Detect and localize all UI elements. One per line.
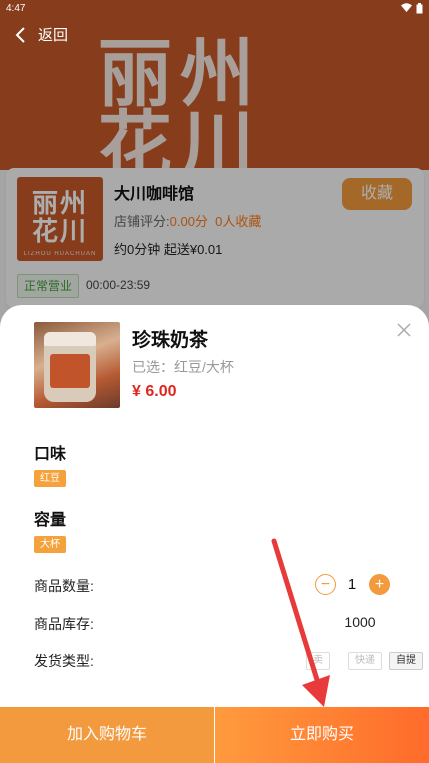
qty-value: 1 <box>347 576 357 593</box>
status-time: 4:47 <box>6 2 26 14</box>
back-button[interactable]: 返回 <box>14 24 68 45</box>
product-image <box>34 322 120 408</box>
size-option[interactable]: 大杯 <box>34 536 66 553</box>
qty-label: 商品数量: <box>34 578 94 594</box>
flavor-title: 口味 <box>34 446 67 463</box>
ship-label: 发货类型: <box>34 653 94 669</box>
size-title: 容量 <box>34 512 67 529</box>
back-label: 返回 <box>38 27 69 44</box>
stock-label: 商品库存: <box>34 616 94 632</box>
chevron-left-icon <box>15 26 25 43</box>
status-icons <box>401 2 423 14</box>
product-name: 珍珠奶茶 <box>132 330 209 351</box>
close-icon[interactable] <box>396 322 412 338</box>
add-to-cart-button[interactable]: 加入购物车 <box>0 707 214 763</box>
product-spec-sheet: 珍珠奶茶 已选：红豆/大杯 ¥ 6.00 口味 红豆 容量 大杯 商品数量: −… <box>0 305 429 763</box>
flavor-option[interactable]: 红豆 <box>34 470 66 487</box>
product-price: ¥ 6.00 <box>132 383 177 400</box>
qty-plus-button[interactable]: + <box>369 574 390 595</box>
selected-spec: 已选：红豆/大杯 <box>132 359 234 375</box>
battery-icon <box>416 2 423 13</box>
ship-option-express[interactable]: 快递 <box>348 652 382 670</box>
status-bar: 4:47 <box>0 0 429 16</box>
ship-option-pickup[interactable]: 自提 <box>389 652 423 670</box>
wifi-icon <box>401 3 412 12</box>
buy-now-button[interactable]: 立即购买 <box>215 707 429 763</box>
arrow-annotation <box>271 538 330 707</box>
